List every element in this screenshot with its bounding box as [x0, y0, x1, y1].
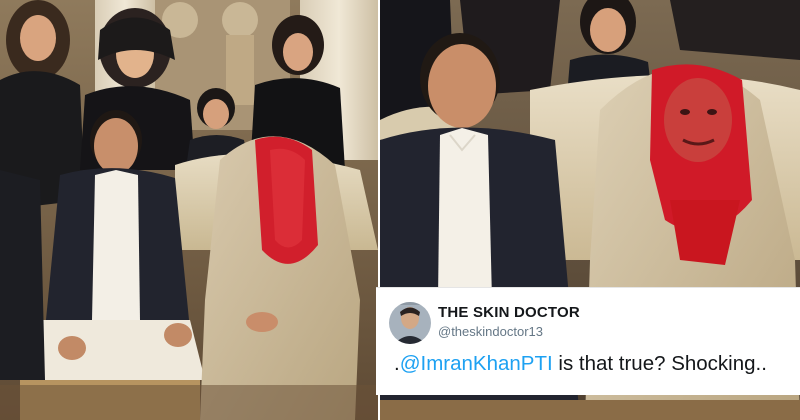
- tweet-text-rest: is that true? Shocking..: [552, 352, 767, 375]
- meme-collage: THE SKIN DOCTOR @theskindoctor13 .@Imran…: [0, 0, 800, 420]
- tweet-display-name[interactable]: THE SKIN DOCTOR: [438, 304, 580, 321]
- avatar[interactable]: [389, 302, 431, 344]
- tweet-text: .@ImranKhanPTI is that true? Shocking..: [394, 352, 767, 376]
- tweet-card: THE SKIN DOCTOR @theskindoctor13 .@Imran…: [376, 287, 800, 395]
- left-photo: [0, 0, 378, 420]
- left-photo-illustration: [0, 0, 378, 420]
- avatar-image: [389, 302, 431, 344]
- tweet-handle[interactable]: @theskindoctor13: [438, 324, 543, 339]
- tweet-mention-link[interactable]: @ImranKhanPTI: [400, 352, 553, 375]
